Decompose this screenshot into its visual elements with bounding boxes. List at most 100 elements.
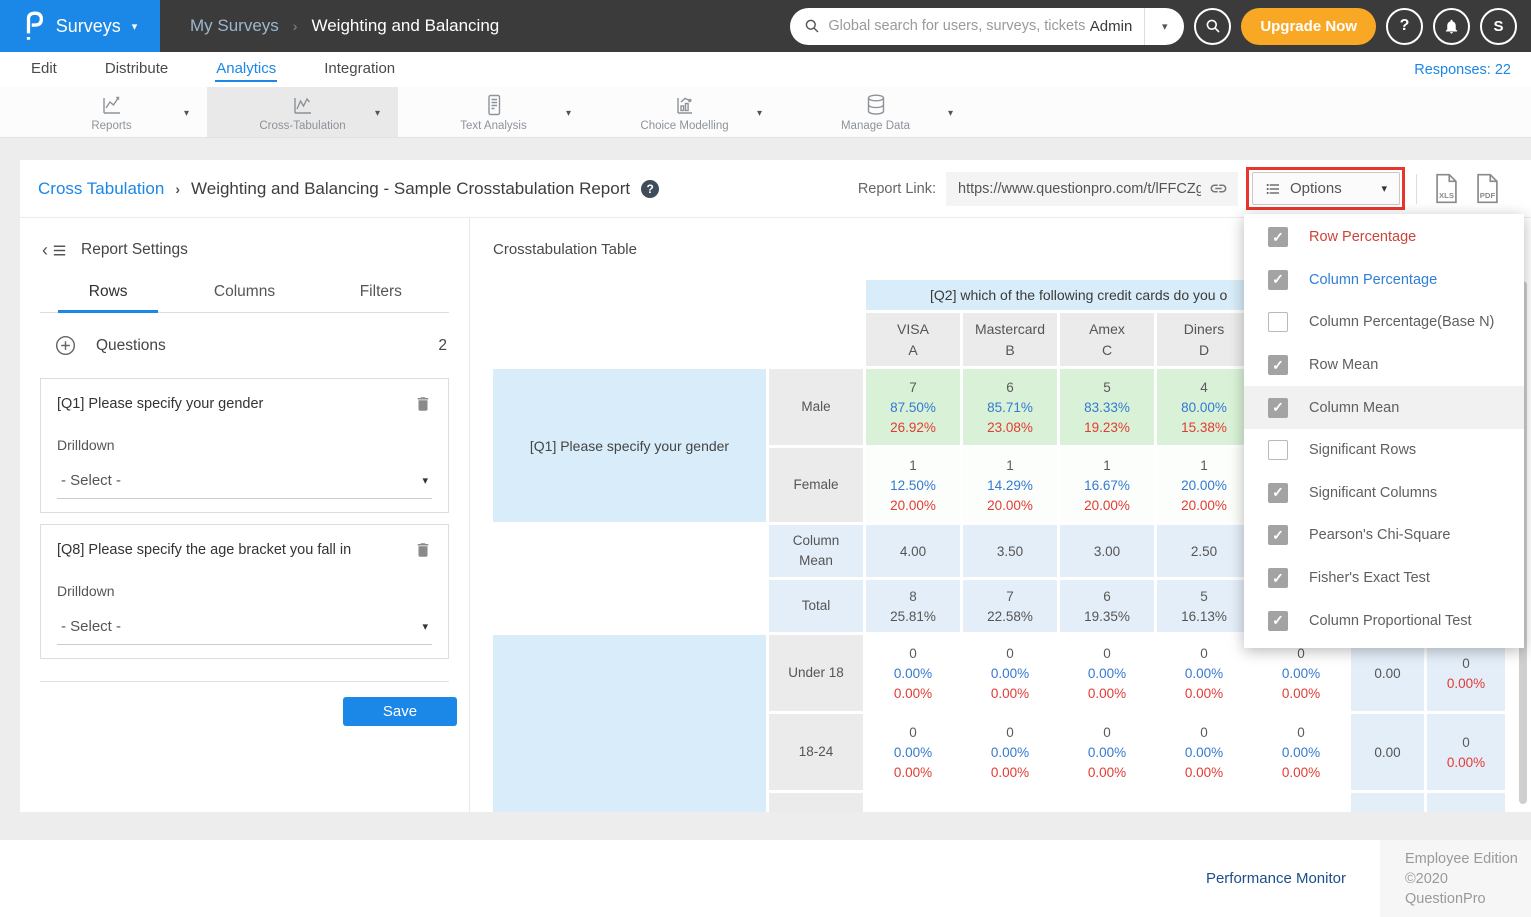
- column-header-cell: Diners D: [1157, 313, 1251, 366]
- options-menu-item[interactable]: Significant Rows: [1244, 429, 1524, 472]
- report-link-field[interactable]: https://www.questionpro.com/t/lFFCZg: [946, 172, 1238, 206]
- checkbox[interactable]: [1268, 270, 1288, 290]
- report-settings-panel: ‹ Report Settings Rows Columns Filters Q…: [20, 218, 470, 812]
- breadcrumb-my-surveys[interactable]: My Surveys: [190, 16, 279, 36]
- row-label-cell: Column Mean: [769, 525, 863, 577]
- export-pdf-button[interactable]: PDF: [1474, 173, 1501, 204]
- options-menu-item[interactable]: Column Mean: [1244, 386, 1524, 429]
- document-icon: [482, 93, 506, 118]
- upgrade-now-button[interactable]: Upgrade Now: [1241, 8, 1376, 45]
- module-choice-modelling[interactable]: Choice Modelling ▾: [589, 87, 780, 137]
- settings-divider: [40, 681, 449, 682]
- table-row-18-24: 18-24 0 0.00% 0.00% 0 0.00% 0.00%: [769, 714, 1505, 790]
- checkbox[interactable]: [1268, 312, 1288, 332]
- options-menu-item[interactable]: Column Percentage: [1244, 259, 1524, 302]
- delete-question-button[interactable]: [412, 393, 434, 415]
- checkbox[interactable]: [1268, 611, 1288, 631]
- collapse-settings-icon[interactable]: ‹: [42, 242, 68, 259]
- global-search-input[interactable]: [828, 18, 1085, 34]
- drilldown-select[interactable]: - Select - ▾: [57, 472, 432, 499]
- crosstab-data-cell: 5 16.13%: [1157, 580, 1251, 632]
- checkbox[interactable]: [1268, 398, 1288, 418]
- link-icon[interactable]: [1209, 179, 1228, 198]
- bell-icon: [1443, 18, 1460, 35]
- product-caret-icon: ▾: [132, 20, 138, 33]
- export-xls-button[interactable]: XLS: [1433, 173, 1460, 204]
- survey-nav-tab[interactable]: Edit: [30, 58, 58, 82]
- survey-nav-tab[interactable]: Distribute: [104, 58, 169, 82]
- module-caret-icon[interactable]: ▾: [757, 108, 762, 119]
- performance-monitor-link[interactable]: Performance Monitor: [1206, 870, 1346, 887]
- options-menu-item[interactable]: Pearson's Chi-Square: [1244, 514, 1524, 557]
- options-menu-item[interactable]: Column Proportional Test: [1244, 599, 1524, 642]
- report-settings-header: ‹ Report Settings: [42, 241, 469, 259]
- app-logo[interactable]: Surveys ▾: [0, 0, 160, 52]
- settings-tab[interactable]: Rows: [40, 283, 176, 312]
- options-menu-item-label: Row Mean: [1309, 357, 1378, 373]
- crosstab-data-cell: 0 0.00% 0.00%: [1157, 714, 1251, 790]
- module-caret-icon[interactable]: ▾: [375, 108, 380, 119]
- module-caret-icon[interactable]: ▾: [184, 108, 189, 119]
- module-manage-data[interactable]: Manage Data ▾: [780, 87, 971, 137]
- module-caret-icon[interactable]: ▾: [566, 108, 571, 119]
- module-reports[interactable]: Reports ▾: [16, 87, 207, 137]
- options-button[interactable]: Options ▾: [1252, 172, 1400, 205]
- settings-tab[interactable]: Columns: [176, 283, 312, 312]
- module-label: Choice Modelling: [640, 120, 728, 132]
- notifications-button[interactable]: [1433, 8, 1470, 45]
- options-menu-item-label: Column Proportional Test: [1309, 613, 1472, 629]
- options-menu-item[interactable]: Fisher's Exact Test: [1244, 557, 1524, 600]
- report-link-label: Report Link:: [858, 181, 936, 197]
- report-link-url: https://www.questionpro.com/t/lFFCZg: [958, 181, 1201, 197]
- crosstab-data-cell: 1 16.67% 20.00%: [1060, 448, 1154, 522]
- report-help-icon[interactable]: ?: [641, 180, 659, 198]
- settings-tab[interactable]: Filters: [313, 283, 449, 312]
- edition-line: Employee Edition: [1405, 849, 1531, 869]
- save-button[interactable]: Save: [343, 697, 457, 726]
- options-menu-item[interactable]: Row Mean: [1244, 344, 1524, 387]
- options-menu-item[interactable]: Column Percentage(Base N): [1244, 301, 1524, 344]
- add-question-button[interactable]: [54, 334, 77, 357]
- crosstab-data-cell: 0 0.00% 0.00%: [1157, 635, 1251, 711]
- product-name: Surveys: [56, 16, 121, 37]
- module-cross-tabulation[interactable]: Cross-Tabulation ▾: [207, 87, 398, 137]
- help-button[interactable]: ?: [1386, 8, 1423, 45]
- global-search[interactable]: Admin ▾: [790, 8, 1184, 45]
- questions-row: Questions 2: [54, 334, 447, 357]
- search-submit-button[interactable]: [1194, 8, 1231, 45]
- options-menu-item[interactable]: Significant Columns: [1244, 472, 1524, 515]
- delete-question-button[interactable]: [412, 539, 434, 561]
- module-label: Cross-Tabulation: [259, 120, 345, 132]
- search-scope-caret-icon[interactable]: ▾: [1144, 8, 1184, 45]
- drilldown-select[interactable]: - Select - ▾: [57, 618, 432, 645]
- column-header-cell: VISA A: [866, 313, 960, 366]
- column-header-cell: Amex C: [1060, 313, 1154, 366]
- row-label-cell: Under 18: [769, 635, 863, 711]
- crosstab-data-cell: 1 12.50% 20.00%: [866, 448, 960, 522]
- topbar-actions: Admin ▾ Upgrade Now ? S: [790, 8, 1531, 45]
- module-text-analysis[interactable]: Text Analysis ▾: [398, 87, 589, 137]
- modelling-chart-icon: [673, 93, 697, 118]
- analytics-toolbar: Reports ▾ Cross-Tabulation ▾ Text Analys…: [0, 87, 1531, 138]
- table-row-partial: [769, 793, 1505, 812]
- account-avatar[interactable]: S: [1480, 8, 1517, 45]
- checkbox[interactable]: [1268, 483, 1288, 503]
- cross-tabulation-breadcrumb-link[interactable]: Cross Tabulation: [38, 179, 164, 199]
- checkbox[interactable]: [1268, 525, 1288, 545]
- report-settings-title: Report Settings: [81, 241, 188, 259]
- checkbox[interactable]: [1268, 227, 1288, 247]
- checkbox[interactable]: [1268, 440, 1288, 460]
- survey-nav-tab[interactable]: Analytics: [215, 58, 277, 82]
- crosstab-data-cell: 6 85.71% 23.08%: [963, 369, 1057, 445]
- top-navbar: Surveys ▾ My Surveys › Weighting and Bal…: [0, 0, 1531, 52]
- crosstab-data-cell: 4 80.00% 15.38%: [1157, 369, 1251, 445]
- options-menu-item-label: Column Percentage: [1309, 272, 1437, 288]
- search-scope-label[interactable]: Admin: [1086, 18, 1145, 35]
- options-menu-item[interactable]: Row Percentage: [1244, 216, 1524, 259]
- checkbox[interactable]: [1268, 568, 1288, 588]
- survey-nav-tab[interactable]: Integration: [323, 58, 396, 82]
- checkbox[interactable]: [1268, 355, 1288, 375]
- options-menu-item-label: Column Mean: [1309, 400, 1399, 416]
- row-label-cell: 18-24: [769, 714, 863, 790]
- module-caret-icon[interactable]: ▾: [948, 108, 953, 119]
